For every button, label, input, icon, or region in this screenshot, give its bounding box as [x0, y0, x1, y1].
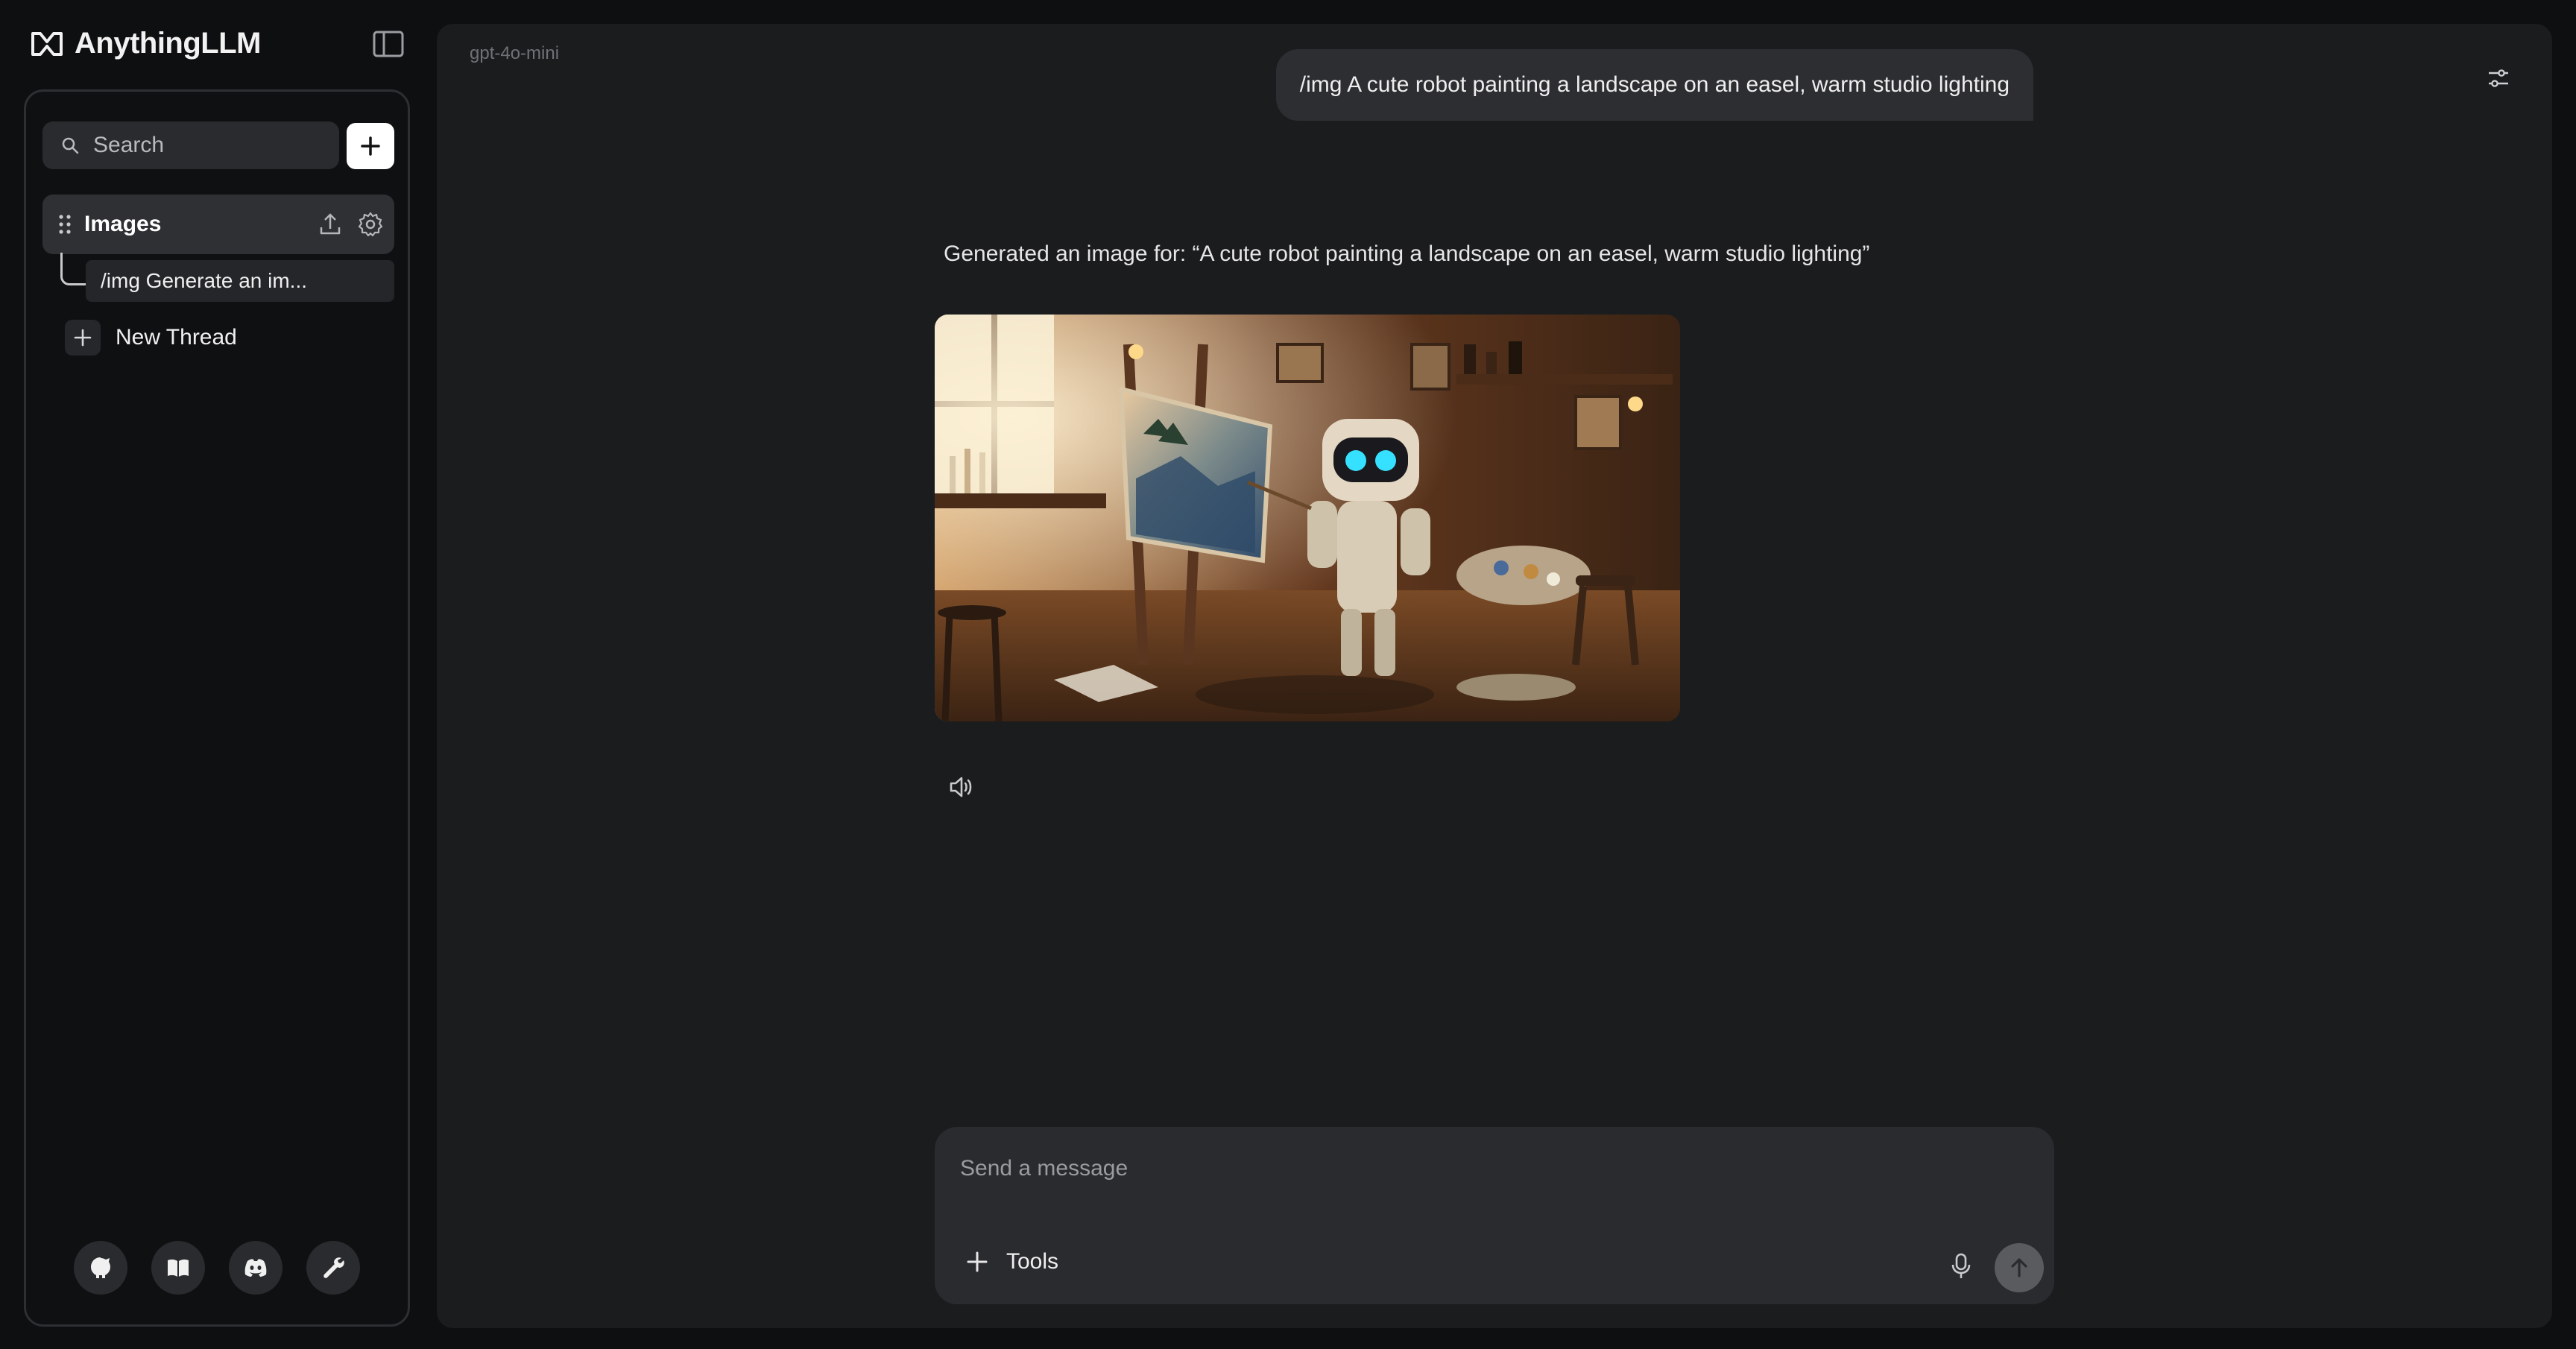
- sliders-settings-icon[interactable]: [2485, 66, 2512, 92]
- sidebar-toggle-icon[interactable]: [373, 30, 404, 58]
- plus-icon: [361, 136, 380, 156]
- upload-icon[interactable]: [317, 211, 344, 238]
- assistant-message: Generated an image for: “A cute robot pa…: [944, 241, 1870, 266]
- chat-panel: gpt-4o-mini /img A cute robot painting a…: [437, 24, 2552, 1328]
- send-button[interactable]: [1995, 1243, 2044, 1292]
- message-composer: Tools: [935, 1127, 2054, 1304]
- anythingllm-logo-icon: [31, 31, 63, 56]
- workspace-name: Images: [84, 212, 162, 236]
- arrow-up-icon: [2011, 1258, 2027, 1277]
- sidebar-footer: [74, 1241, 360, 1295]
- new-workspace-button[interactable]: [347, 123, 394, 169]
- tools-label: Tools: [1006, 1249, 1059, 1274]
- thread-item[interactable]: /img Generate an im...: [86, 260, 394, 302]
- brand-logo: AnythingLLM: [30, 27, 262, 60]
- thread-connector: [60, 253, 87, 285]
- wrench-icon: [323, 1257, 344, 1278]
- message-input[interactable]: [960, 1146, 2018, 1191]
- gear-icon[interactable]: [357, 211, 384, 238]
- new-thread-button[interactable]: New Thread: [65, 320, 237, 356]
- tools-button[interactable]: Tools: [965, 1249, 1058, 1274]
- discord-button[interactable]: [229, 1241, 282, 1295]
- search-placeholder: Search: [93, 133, 165, 157]
- plus-icon: [967, 1251, 988, 1272]
- github-icon: [91, 1257, 110, 1278]
- github-button[interactable]: [74, 1241, 127, 1295]
- plus-icon: [65, 320, 101, 356]
- discord-icon: [244, 1259, 267, 1277]
- speaker-icon[interactable]: [947, 772, 976, 802]
- new-thread-label: New Thread: [116, 325, 237, 350]
- search-icon: [62, 137, 79, 154]
- brand-name: AnythingLLM: [75, 27, 262, 60]
- drag-handle-icon[interactable]: [57, 213, 72, 236]
- docs-button[interactable]: [151, 1241, 205, 1295]
- microphone-icon[interactable]: [1948, 1252, 1974, 1280]
- model-name: gpt-4o-mini: [470, 43, 560, 63]
- search-input[interactable]: Search: [42, 121, 339, 169]
- docs-book-icon: [168, 1259, 189, 1277]
- sidebar: Search Images /img Generate an im... New…: [24, 89, 410, 1327]
- settings-wrench-button[interactable]: [306, 1241, 360, 1295]
- workspace-item-images[interactable]: Images: [42, 195, 394, 254]
- user-message-bubble: /img A cute robot painting a landscape o…: [1275, 49, 2033, 121]
- generated-image[interactable]: [935, 315, 1680, 721]
